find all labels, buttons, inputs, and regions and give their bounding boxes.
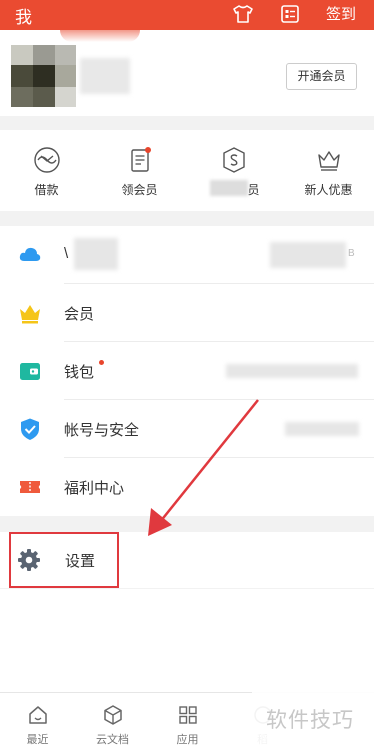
quick-entry-label: 借款 [34,183,59,197]
avatar[interactable] [11,45,76,107]
quick-entry-label: 新人优惠 [304,183,353,197]
menu-label: 福利中心 [64,480,125,497]
calendar-icon[interactable] [279,3,301,25]
menu-item-account-security[interactable]: 帐号与安全 [0,400,374,458]
nav-recent[interactable]: 最近 [0,693,75,747]
wallet-icon [20,363,40,380]
nav-label: 最近 [26,734,49,746]
menu-item-cloud-storage[interactable]: \ B [0,226,374,284]
cloud-icon [19,247,41,261]
cube-icon [103,705,122,725]
watermark: 软件技巧 [252,692,374,747]
profile-card: 开通会员 [0,30,374,116]
redacted-text [74,238,118,270]
top-bar: 我 签到 [0,0,374,30]
ticket-icon [20,481,40,493]
redacted-text [226,364,358,378]
grid-icon [178,706,197,724]
shield-check-icon [21,418,39,440]
empty-area [0,589,374,692]
coin-shield-icon [222,147,245,173]
menu-label: 会员 [64,306,95,323]
redacted-storage [270,242,346,268]
menu-label: 帐号与安全 [64,422,140,439]
quick-entry-new-user-offer[interactable]: 新人优惠 [282,130,374,211]
nav-label: 云文档 [96,734,129,746]
menu-list: \ B 会员 钱包 帐号与安全 福利中心 [0,226,374,516]
notification-dot [99,360,104,365]
shirt-icon[interactable] [232,3,254,25]
nav-label: 应用 [176,734,199,746]
page-title: 我 [15,8,32,27]
member-doc-icon [130,147,151,172]
quick-entry-get-member[interactable]: 领会员 [93,130,186,211]
nav-apps[interactable]: 应用 [150,693,225,747]
open-vip-button[interactable]: 开通会员 [286,63,357,90]
settings-highlight-box [9,532,119,588]
storage-unit: B [348,248,355,259]
header-fade [60,30,140,42]
quick-entry-loan[interactable]: 借款 [0,130,93,211]
signin-button[interactable]: 签到 [326,3,356,24]
crown-icon [20,305,40,324]
menu-label: 钱包 [64,364,95,381]
quick-entries: 借款 领会员 员 新人优惠 [0,130,374,211]
menu-item-welfare-center[interactable]: 福利中心 [0,458,374,516]
redacted-text [285,422,359,436]
username-redacted [80,58,130,94]
quick-entry-redacted[interactable]: 员 [187,130,280,211]
quick-entry-label: 领会员 [121,183,158,197]
menu-item-wallet[interactable]: 钱包 [0,342,374,400]
menu-item-member[interactable]: 会员 [0,284,374,342]
nav-cloud-docs[interactable]: 云文档 [75,693,150,747]
cloud-label: \ [64,245,69,262]
home-icon [28,706,47,724]
loan-icon [33,147,60,173]
watermark-text: 软件技巧 [266,709,354,732]
redacted-label [210,180,248,196]
crown-outline-icon [317,151,340,171]
